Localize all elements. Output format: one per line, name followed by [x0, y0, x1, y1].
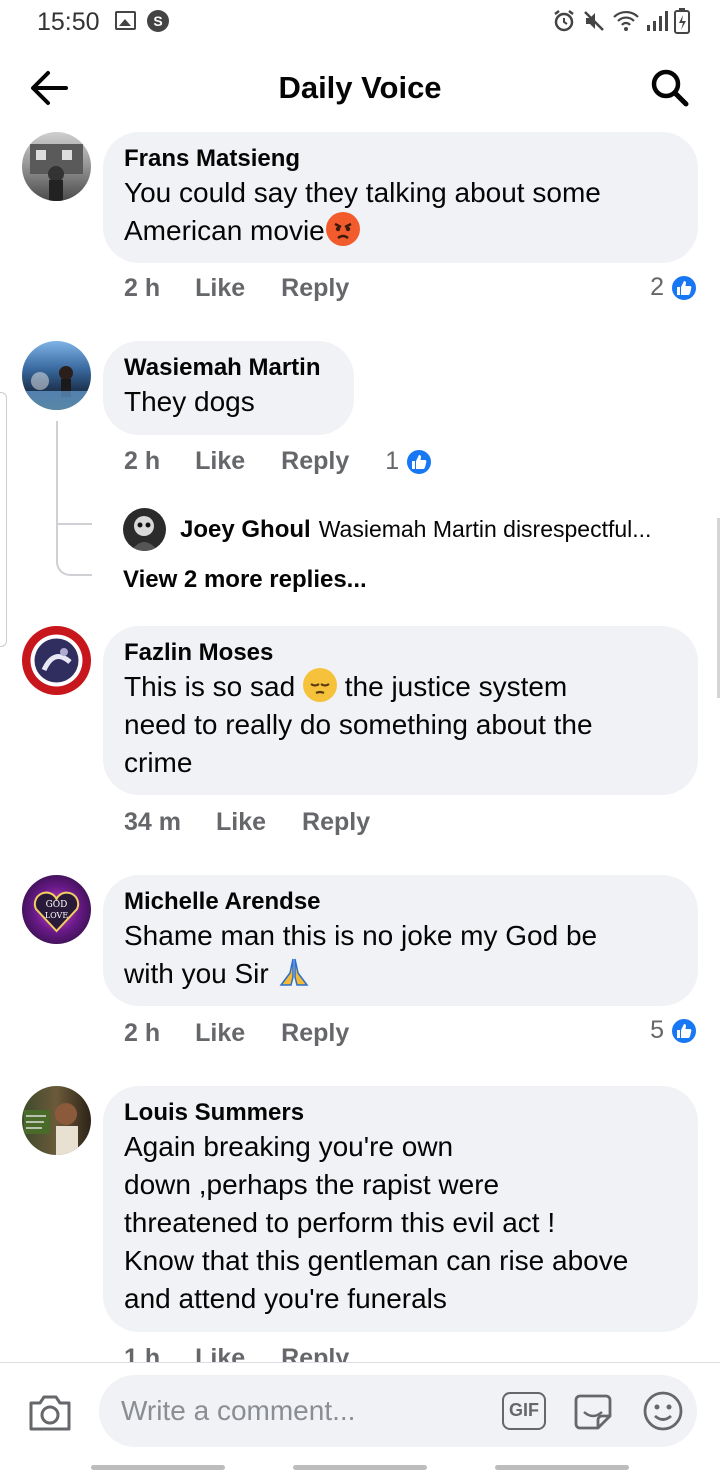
reply-button[interactable]: Reply	[281, 447, 349, 476]
avatar[interactable]	[22, 1086, 91, 1155]
wifi-icon	[613, 10, 639, 31]
comment-text: need to really do something about the	[124, 709, 593, 740]
signal-icon	[647, 11, 668, 31]
comment-time[interactable]: 2 h	[124, 447, 160, 476]
alarm-icon	[554, 10, 574, 32]
svg-text:LOVE: LOVE	[45, 911, 69, 920]
avatar[interactable]	[22, 341, 91, 410]
comment-text: down ,perhaps the rapist were	[124, 1169, 500, 1200]
avatar[interactable]	[123, 508, 166, 551]
thread-line	[56, 511, 92, 525]
comment-text: Shame man this is no joke my God be	[124, 920, 598, 951]
system-nav-bar	[0, 1458, 720, 1480]
view-more-replies-link[interactable]: View 2 more replies...	[123, 566, 367, 594]
comment-actions: 2 h Like Reply	[124, 1019, 349, 1048]
reaction-count[interactable]: 5	[650, 1016, 698, 1045]
thumbs-up-icon	[670, 1016, 698, 1045]
comment-bubble[interactable]: Wasiemah Martin They dogs	[103, 341, 354, 435]
avatar[interactable]	[22, 132, 91, 201]
reply-author-name[interactable]: Joey Ghoul	[180, 516, 311, 544]
comment-actions: 2 h Like Reply	[124, 274, 349, 303]
search-button[interactable]	[650, 68, 690, 108]
comment-time[interactable]: 34 m	[124, 808, 181, 837]
battery-icon	[674, 8, 690, 34]
like-button[interactable]: Like	[195, 447, 245, 476]
mute-icon	[584, 11, 604, 31]
recents-nav-button[interactable]	[91, 1465, 225, 1470]
status-time: 15:50	[37, 8, 100, 36]
gallery-notification-icon	[115, 11, 136, 30]
praying-hands-emoji-icon	[277, 955, 311, 989]
reaction-count[interactable]: 2	[650, 273, 698, 302]
drawer-handle[interactable]	[0, 392, 7, 647]
like-button[interactable]: Like	[195, 274, 245, 303]
commenter-name[interactable]: Wasiemah Martin	[124, 353, 332, 383]
search-icon	[651, 69, 689, 107]
comment-text: threatened to perform this evil act !	[124, 1207, 556, 1238]
pensive-face-emoji-icon	[302, 668, 337, 702]
reaction-count-value: 1	[385, 447, 400, 475]
comment-text: with you Sir	[124, 955, 676, 993]
reaction-count-value: 2	[650, 273, 664, 301]
reply-text: Wasiemah Martin disrespectful...	[318, 516, 652, 542]
reply-button[interactable]: Reply	[281, 274, 349, 303]
comment-text: Know that this gentleman can rise above	[124, 1245, 629, 1276]
comment-text: This is so sad the justice system	[124, 668, 676, 706]
reply-button[interactable]: Reply	[302, 808, 370, 837]
like-button[interactable]: Like	[195, 1019, 245, 1048]
gif-button[interactable]: GIF	[502, 1392, 546, 1430]
sync-notification-icon: S	[147, 10, 169, 32]
comment-bubble[interactable]: Michelle Arendse Shame man this is no jo…	[103, 875, 698, 1006]
top-bar: Daily Voice	[0, 46, 720, 132]
commenter-name[interactable]: Frans Matsieng	[124, 144, 676, 174]
comment-bubble[interactable]: Fazlin Moses This is so sad the justice …	[103, 626, 698, 795]
thread-line	[56, 421, 92, 576]
svg-text:GOD: GOD	[46, 900, 68, 910]
angry-face-emoji-icon	[325, 212, 360, 246]
commenter-name[interactable]: Fazlin Moses	[124, 638, 676, 668]
thumbs-up-icon	[405, 447, 434, 476]
comment-bubble[interactable]: Frans Matsieng You could say they talkin…	[103, 132, 698, 263]
reply-button[interactable]: Reply	[281, 1019, 349, 1048]
commenter-name[interactable]: Michelle Arendse	[124, 887, 676, 917]
sticker-icon	[574, 1394, 612, 1430]
thumbs-up-icon	[670, 273, 698, 302]
page-title: Daily Voice	[278, 70, 442, 105]
comment-time[interactable]: 2 h	[124, 1019, 160, 1048]
avatar[interactable]: GOD LOVE	[22, 875, 91, 944]
home-nav-button[interactable]	[293, 1465, 427, 1470]
comment-text: You could say they talking about some	[124, 177, 601, 208]
comment-text: They dogs	[124, 386, 255, 417]
back-nav-button[interactable]	[495, 1465, 629, 1470]
status-icons	[552, 8, 690, 34]
reply-preview[interactable]: Joey Ghoul Wasiemah Martin disrespectful…	[123, 508, 651, 551]
sticker-button[interactable]	[572, 1390, 614, 1432]
comment-bubble[interactable]: Louis Summers Again breaking you're own …	[103, 1086, 698, 1332]
comment-actions: 34 m Like Reply	[124, 808, 370, 837]
comment-actions: 2 h Like Reply 1	[124, 447, 434, 476]
smiley-icon	[643, 1391, 683, 1431]
status-bar: 15:50 S	[0, 0, 720, 46]
like-button[interactable]: Like	[216, 808, 266, 837]
reaction-count-value: 5	[650, 1016, 664, 1044]
comment-text: American movie	[124, 212, 676, 250]
avatar[interactable]	[22, 626, 91, 695]
comment-text: Again breaking you're own	[124, 1131, 454, 1162]
comment-time[interactable]: 2 h	[124, 274, 160, 303]
camera-icon	[29, 1395, 71, 1431]
commenter-name[interactable]: Louis Summers	[124, 1098, 676, 1128]
comment-text: crime	[124, 747, 193, 778]
reaction-count[interactable]: 1	[385, 447, 434, 476]
emoji-button[interactable]	[642, 1390, 684, 1432]
comment-text: and attend you're funerals	[124, 1283, 447, 1314]
camera-button[interactable]	[27, 1393, 73, 1433]
